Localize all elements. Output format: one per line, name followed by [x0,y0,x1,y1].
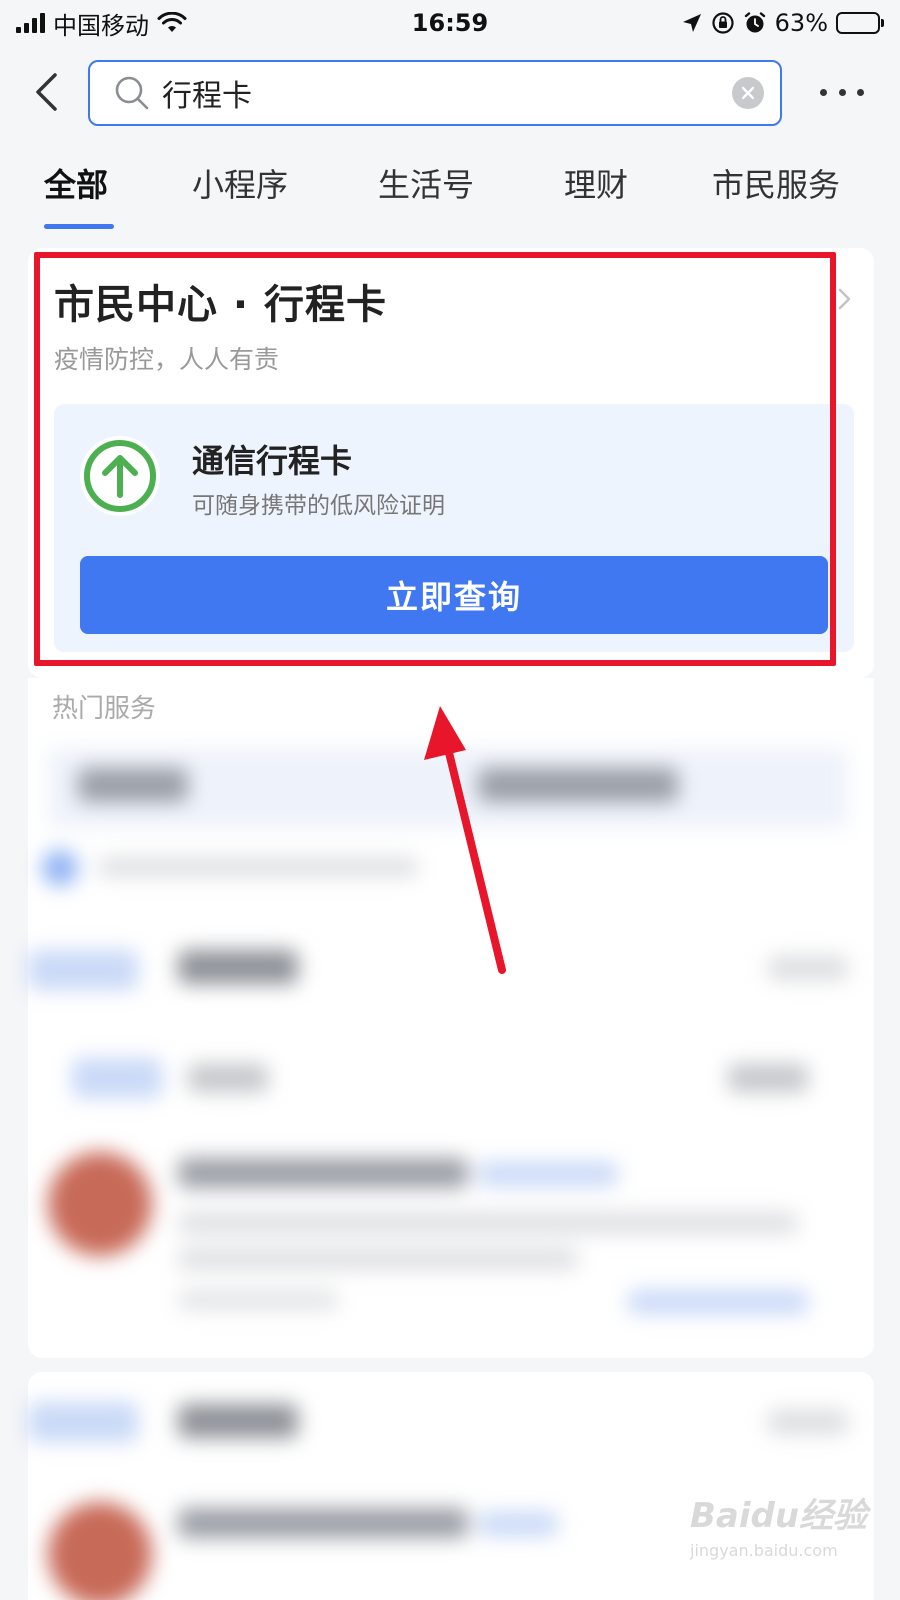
battery-icon [836,12,884,34]
more-dot-icon [857,88,864,96]
chevron-left-icon [36,73,57,111]
tab-finance[interactable]: 理财 [564,160,628,206]
query-now-button[interactable]: 立即查询 [80,556,828,634]
search-box[interactable] [88,60,782,126]
signal-icon [16,13,45,33]
more-dot-icon [838,88,846,96]
tab-life-accounts[interactable]: 生活号 [378,160,474,206]
watermark-url: jingyan.baidu.com [690,1541,838,1560]
status-bar: 中国移动 16:59 63% [0,0,900,46]
close-icon [741,86,755,100]
search-icon [115,76,149,110]
card-title: 市民中心 · 行程卡 [54,282,388,328]
service-description: 可随身携带的低风险证明 [192,493,445,519]
location-arrow-icon [682,14,701,32]
battery-percent: 63% [774,9,828,37]
status-right: 63% [681,9,884,37]
search-input[interactable] [162,75,732,111]
card-subtitle: 疫情防控，人人有责 [54,345,280,374]
search-header [0,56,900,128]
wifi-icon [157,12,187,32]
alarm-icon [744,12,765,33]
service-panel: 通信行程卡 可随身携带的低风险证明 立即查询 [54,404,854,652]
tab-mini-programs[interactable]: 小程序 [192,160,288,206]
status-left: 中国移动 [16,6,187,41]
tab-citizen-services[interactable]: 市民服务 [712,160,840,206]
more-options-button[interactable] [820,74,864,110]
tab-all[interactable]: 全部 [44,160,108,206]
watermark-logo: Baidu经验 [690,1496,868,1536]
back-button[interactable] [26,68,66,116]
arrow-up-circle-icon [80,436,160,516]
hot-services-label: 热门服务 [52,694,157,724]
baidu-watermark: Baidu经验 jingyan.baidu.com [690,1488,880,1578]
chevron-right-icon[interactable] [834,284,856,314]
result-card[interactable]: 市民中心 · 行程卡 疫情防控，人人有责 通信行程卡 可随身携带的低风险证明 立… [28,248,874,678]
annotation-arrow-icon [424,706,506,974]
rotation-lock-icon [712,12,734,34]
carrier-label: 中国移动 [53,11,149,40]
clear-search-button[interactable] [732,77,764,109]
active-tab-indicator [44,224,114,229]
category-tabs: 全部 小程序 生活号 理财 市民服务 [0,150,900,232]
more-dot-icon [820,88,827,96]
service-name: 通信行程卡 [192,442,353,480]
